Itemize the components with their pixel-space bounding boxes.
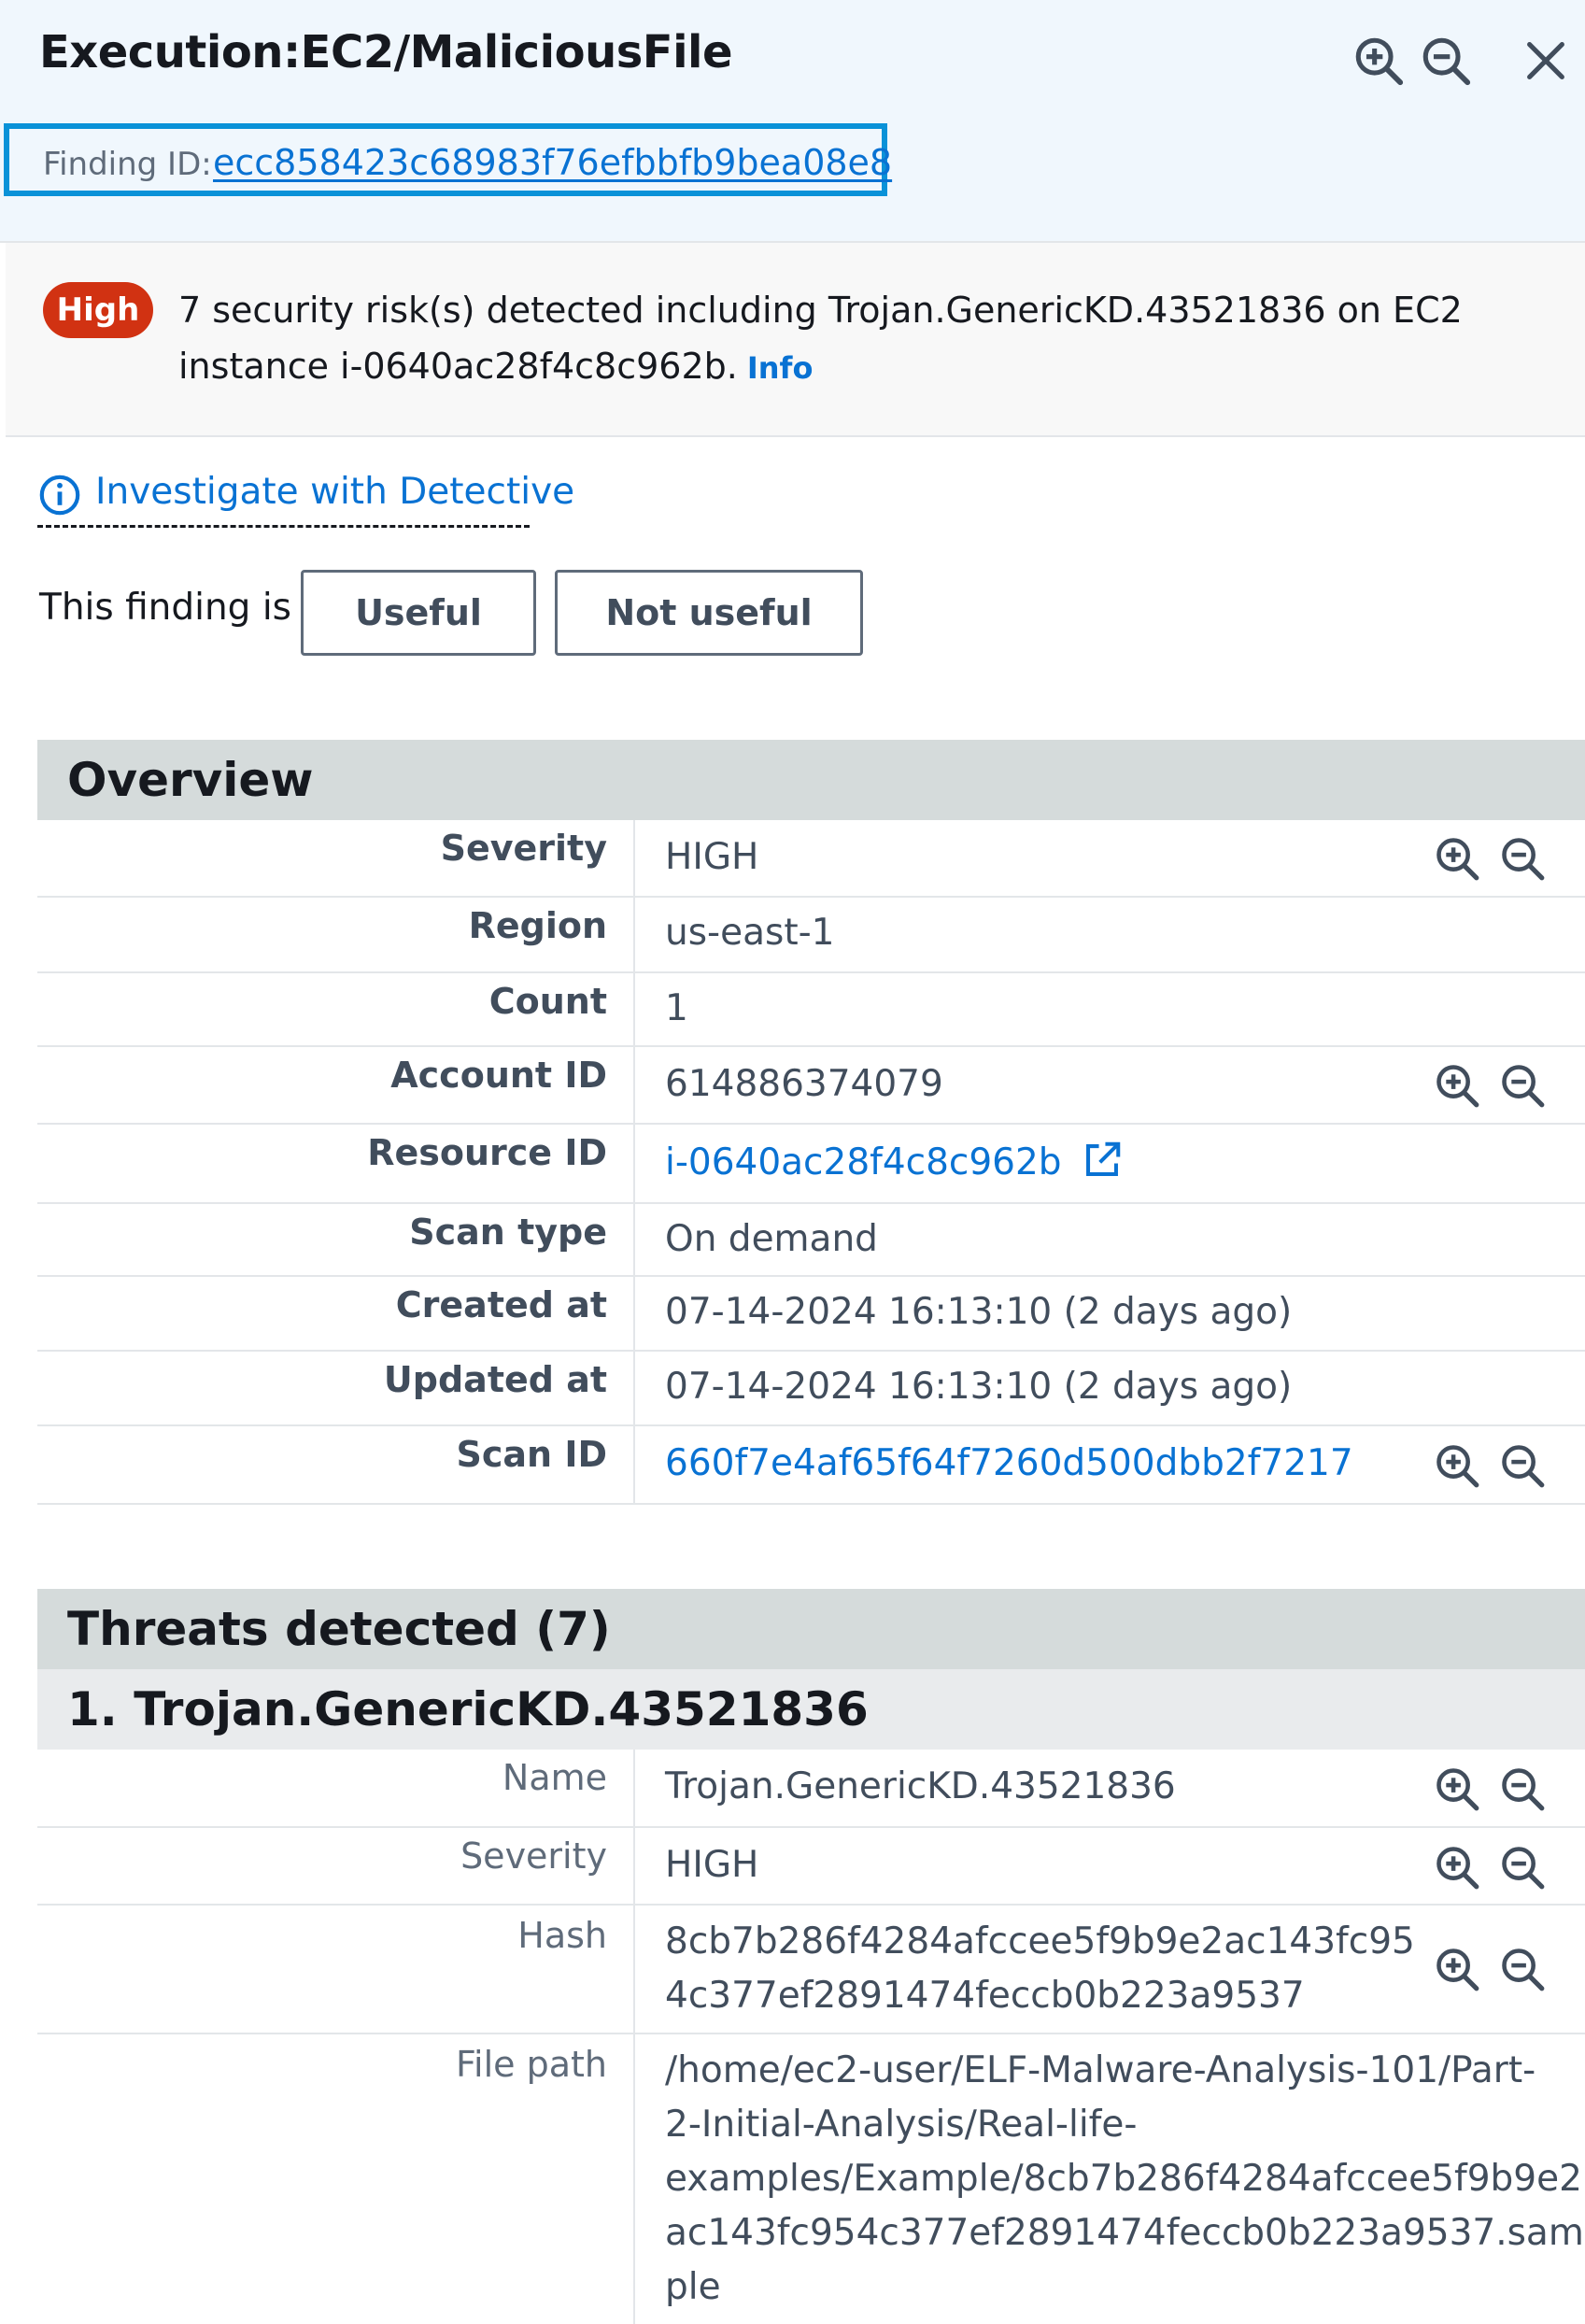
row-key: Scan type: [409, 1212, 607, 1253]
info-link[interactable]: Info: [747, 350, 814, 386]
detective-label: Investigate with Detective: [95, 471, 575, 513]
row-key: Updated at: [383, 1359, 607, 1400]
row-key: Severity: [440, 828, 607, 869]
row-value: 07-14-2024 16:13:10 (2 days ago): [665, 1291, 1293, 1333]
zoom-in-icon[interactable]: [1433, 1764, 1481, 1813]
row-key: Name: [502, 1757, 607, 1798]
table-row: File path /home/ec2-user/ELF-Malware-Ana…: [37, 2034, 1585, 2324]
row-key: Resource ID: [367, 1132, 607, 1173]
zoom-out-icon[interactable]: [1498, 1764, 1547, 1813]
file-path-line: ple: [665, 2266, 721, 2308]
row-key: Account ID: [390, 1055, 607, 1096]
table-row: Region us-east-1: [37, 898, 1585, 973]
table-row: Resource ID i-0640ac28f4c8c962b: [37, 1125, 1585, 1204]
file-path-value: /home/ec2-user/ELF-Malware-Analysis-101/…: [665, 2044, 1585, 2315]
threats-heading: Threats detected (7): [37, 1589, 1585, 1669]
table-row: Scan ID 660f7e4af65f64f7260d500dbb2f7217: [37, 1426, 1585, 1505]
finding-id-label: Finding ID:: [43, 146, 212, 183]
finding-id-highlight: Finding ID: ecc858423c68983f76efbbfb9bea…: [4, 123, 892, 196]
row-value: On demand: [665, 1218, 878, 1260]
table-row: Name Trojan.GenericKD.43521836: [37, 1750, 1585, 1828]
finding-title: Execution:EC2/MaliciousFile: [39, 26, 733, 78]
table-row: Created at 07-14-2024 16:13:10 (2 days a…: [37, 1277, 1585, 1352]
zoom-out-icon[interactable]: [1498, 1843, 1547, 1892]
resource-id-link[interactable]: i-0640ac28f4c8c962b: [665, 1141, 1062, 1183]
summary-message: 7 security risk(s) detected including Tr…: [178, 290, 1463, 387]
zoom-out-icon[interactable]: [1419, 34, 1473, 88]
table-row: Updated at 07-14-2024 16:13:10 (2 days a…: [37, 1352, 1585, 1426]
external-link-icon[interactable]: [1081, 1139, 1124, 1182]
row-key: Created at: [395, 1284, 607, 1325]
zoom-in-icon[interactable]: [1433, 1441, 1481, 1490]
row-value: 07-14-2024 16:13:10 (2 days ago): [665, 1366, 1293, 1408]
close-icon[interactable]: [1519, 34, 1573, 88]
scan-id-link[interactable]: 660f7e4af65f64f7260d500dbb2f7217: [665, 1442, 1353, 1484]
not-useful-button[interactable]: Not useful: [555, 570, 863, 656]
zoom-out-icon[interactable]: [1498, 1441, 1547, 1490]
row-key: Severity: [460, 1835, 607, 1877]
finding-summary: High 7 security risk(s) detected includi…: [6, 243, 1585, 437]
file-path-line: examples/Example/8cb7b286f4284afccee5f9b…: [665, 2158, 1582, 2200]
row-value: us-east-1: [665, 912, 835, 954]
zoom-in-icon[interactable]: [1351, 34, 1406, 88]
finding-header: Execution:EC2/MaliciousFile Finding ID: …: [0, 0, 1585, 243]
severity-badge: High: [43, 282, 153, 338]
table-row: Severity HIGH: [37, 1828, 1585, 1906]
overview-table: Severity HIGH Region us-east-1 Count 1 A…: [37, 820, 1585, 1505]
row-key: Hash: [517, 1915, 607, 1956]
threat-detail-table: Name Trojan.GenericKD.43521836 Severity …: [37, 1750, 1585, 2324]
row-key: Region: [468, 905, 607, 946]
threat-heading: 1. Trojan.GenericKD.43521836: [37, 1669, 1585, 1750]
zoom-out-icon[interactable]: [1498, 1945, 1547, 1993]
file-path-line: /home/ec2-user/ELF-Malware-Analysis-101/…: [665, 2049, 1536, 2091]
summary-text: 7 security risk(s) detected including Tr…: [178, 282, 1579, 396]
zoom-in-icon[interactable]: [1433, 1843, 1481, 1892]
zoom-in-icon[interactable]: [1433, 1945, 1481, 1993]
table-row: Hash 8cb7b286f4284afccee5f9b9e2ac143fc95…: [37, 1906, 1585, 2034]
table-row: Scan type On demand: [37, 1204, 1585, 1277]
zoom-in-icon[interactable]: [1433, 834, 1481, 883]
info-circle-icon: [39, 475, 80, 516]
table-row: Account ID 614886374079: [37, 1047, 1585, 1125]
file-path-line: ac143fc954c377ef2891474feccb0b223a9537.s…: [665, 2212, 1584, 2254]
zoom-in-icon[interactable]: [1433, 1061, 1481, 1110]
finding-id-link[interactable]: ecc858423c68983f76efbbfb9bea08e8: [213, 142, 892, 183]
row-key: Scan ID: [456, 1434, 608, 1475]
table-row: Count 1: [37, 973, 1585, 1047]
file-path-line: 2-Initial-Analysis/Real-life-: [665, 2104, 1138, 2146]
zoom-out-icon[interactable]: [1498, 834, 1547, 883]
overview-heading: Overview: [37, 740, 1585, 820]
row-value: 1: [665, 987, 688, 1029]
row-key: Count: [488, 981, 607, 1022]
row-key: File path: [455, 2044, 607, 2085]
table-row: Severity HIGH: [37, 820, 1585, 898]
useful-button[interactable]: Useful: [301, 570, 536, 656]
zoom-out-icon[interactable]: [1498, 1061, 1547, 1110]
investigate-detective-link[interactable]: Investigate with Detective: [37, 465, 574, 528]
feedback-label: This finding is: [39, 587, 291, 629]
